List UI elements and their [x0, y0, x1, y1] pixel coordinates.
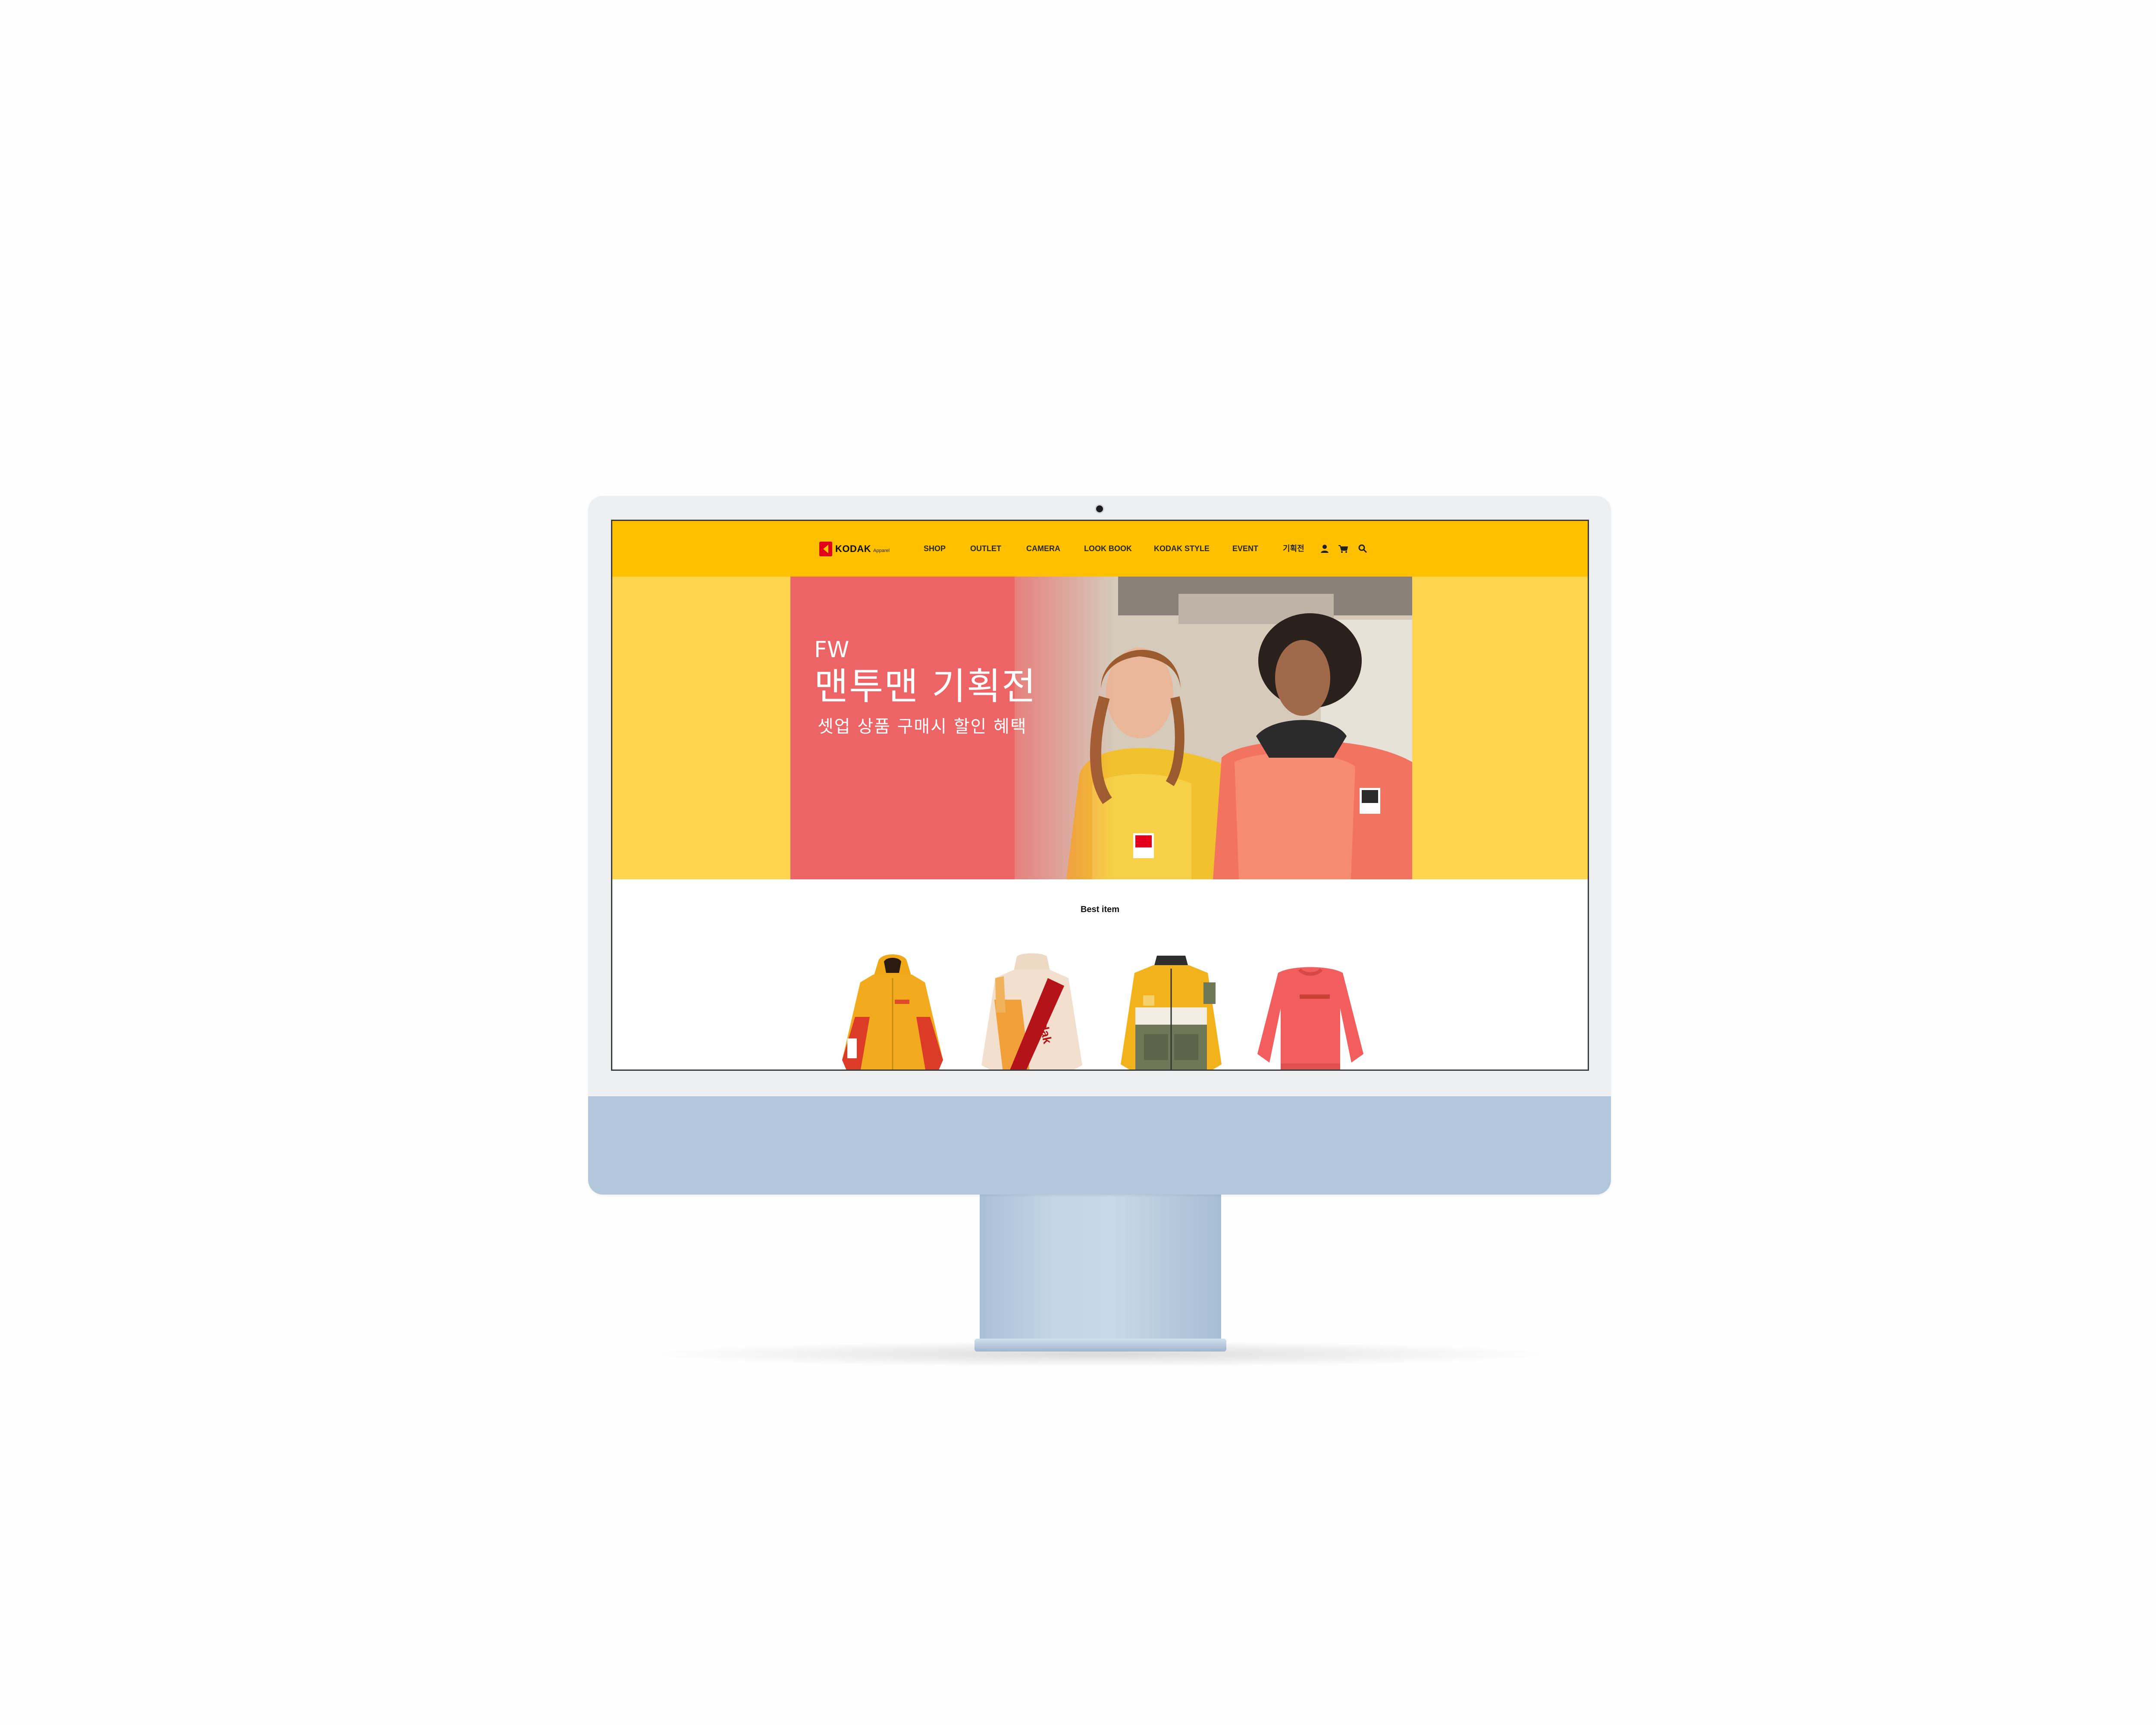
- hero-section: FW 맨투맨 기획전 셋업 상품 구매시 할인 혜택: [612, 577, 1588, 879]
- nav-lookbook[interactable]: LOOK BOOK: [1084, 543, 1132, 555]
- monitor-stand: [980, 1195, 1221, 1344]
- nav-event[interactable]: EVENT: [1232, 543, 1258, 555]
- kodak-logo[interactable]: KODAK Apparel: [819, 542, 890, 556]
- stage: KODAK Apparel SHOP OUTLET CAMERA LOOK BO…: [0, 0, 2156, 1725]
- monitor-chin: [588, 1096, 1611, 1195]
- hero-text: FW 맨투맨 기획전 셋업 상품 구매시 할인 혜택: [814, 637, 1037, 740]
- nav-kodak-style[interactable]: KODAK STYLE: [1154, 543, 1210, 555]
- logo-subtext: Apparel: [873, 548, 890, 553]
- hero-title: 맨투맨 기획전: [814, 665, 1037, 708]
- hero-kicker: FW: [814, 637, 849, 663]
- camera-icon: [1096, 505, 1103, 512]
- search-icon[interactable]: [1357, 543, 1368, 555]
- navbar: KODAK Apparel SHOP OUTLET CAMERA LOOK BO…: [612, 521, 1588, 577]
- cart-icon[interactable]: [1338, 543, 1348, 555]
- nav-camera[interactable]: CAMERA: [1026, 543, 1060, 555]
- nav-exhibition[interactable]: 기획전: [1283, 543, 1304, 555]
- product-coral-sweatshirt[interactable]: [1248, 952, 1373, 1071]
- nav-outlet[interactable]: OUTLET: [970, 543, 1001, 555]
- best-item-title: Best item: [1080, 905, 1120, 914]
- product-orange-red-parka[interactable]: [830, 952, 955, 1071]
- hero-subtitle: 셋업 상품 구매시 할인 혜택: [818, 717, 1027, 737]
- nav-shop[interactable]: SHOP: [924, 543, 946, 555]
- logo-text: KODAK: [835, 543, 871, 554]
- user-icon[interactable]: [1319, 543, 1330, 555]
- monitor-stand-foot: [975, 1339, 1226, 1352]
- product-cream-kodak-fleece[interactable]: Kodak: [969, 952, 1094, 1071]
- hero-banner[interactable]: FW 맨투맨 기획전 셋업 상품 구매시 할인 혜택: [790, 577, 1412, 879]
- product-yellow-khaki-jacket[interactable]: [1109, 952, 1234, 1071]
- kodak-logo-mark-icon: [819, 542, 832, 556]
- website-screen: KODAK Apparel SHOP OUTLET CAMERA LOOK BO…: [611, 520, 1589, 1071]
